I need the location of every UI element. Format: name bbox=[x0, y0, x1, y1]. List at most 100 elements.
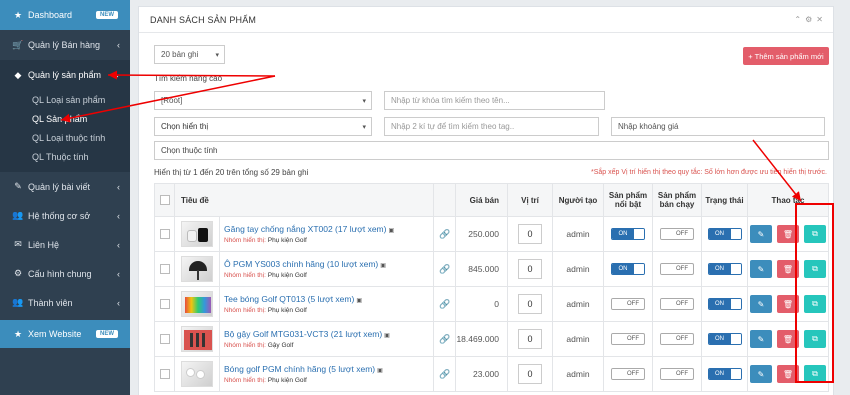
edit-button[interactable]: ✎ bbox=[750, 295, 772, 313]
position-input[interactable]: 0 bbox=[518, 224, 542, 244]
link-icon[interactable]: 🔗 bbox=[439, 299, 450, 309]
panel-header: DANH SÁCH SẢN PHẨM bbox=[139, 7, 833, 33]
edit-button[interactable]: ✎ bbox=[750, 260, 772, 278]
tag-search-input[interactable]: Nhập 2 kí tự để tìm kiếm theo tag.. bbox=[384, 117, 599, 136]
bestseller-cell: OFF bbox=[652, 321, 702, 357]
link-icon[interactable]: 🔗 bbox=[439, 334, 450, 344]
gear-icon[interactable]: ⚙ bbox=[805, 15, 812, 24]
featured-toggle[interactable]: ON bbox=[611, 228, 645, 240]
sidebar-item-view-website[interactable]: ★ Xem Website NEW bbox=[0, 320, 130, 348]
creator-cell: admin bbox=[552, 356, 604, 392]
edit-button[interactable]: ✎ bbox=[750, 225, 772, 243]
sidebar-subitem-attribute[interactable]: QL Thuộc tính bbox=[0, 147, 130, 166]
users-icon: 👥 bbox=[12, 210, 24, 220]
position-input[interactable]: 0 bbox=[518, 364, 542, 384]
product-name-link[interactable]: Găng tay chống nắng XT002 (17 lượt xem) bbox=[224, 224, 386, 234]
product-thumbnail bbox=[181, 361, 213, 387]
row-checkbox[interactable] bbox=[159, 229, 170, 239]
position-input[interactable]: 0 bbox=[518, 329, 542, 349]
attribute-select[interactable]: Chọn thuộc tính bbox=[154, 141, 829, 160]
product-list-panel: DANH SÁCH SẢN PHẨM ⌃ ⚙ ✕ 20 bản ghi ▾ + … bbox=[138, 6, 834, 395]
product-name-link[interactable]: Bóng golf PGM chính hãng (5 lượt xem) bbox=[224, 364, 375, 374]
category-select[interactable]: [Root] ▾ bbox=[154, 91, 372, 110]
sidebar-subitem-attribute-type[interactable]: QL Loại thuộc tính bbox=[0, 128, 130, 147]
collapse-icon[interactable]: ⌃ bbox=[794, 15, 801, 24]
creator-cell: admin bbox=[552, 216, 604, 252]
sidebar-item-sales[interactable]: 🛒 Quản lý Bán hàng ‹ bbox=[0, 30, 130, 60]
row-checkbox[interactable] bbox=[159, 369, 170, 379]
add-product-button[interactable]: + Thêm sản phẩm mới bbox=[743, 47, 829, 65]
sidebar-item-contact[interactable]: ✉ Liên Hệ ‹ bbox=[0, 230, 130, 259]
row-checkbox[interactable] bbox=[159, 264, 170, 274]
featured-cell: OFF bbox=[603, 286, 653, 322]
sidebar-item-members[interactable]: 👥 Thành viên ‹ bbox=[0, 288, 130, 317]
creator-cell: admin bbox=[552, 251, 604, 287]
title-cell: Bóng golf PGM chính hãng (5 lượt xem) ▣ Nh… bbox=[218, 356, 435, 392]
trash-icon: 🗑 bbox=[782, 334, 794, 344]
status-cell: ON bbox=[701, 286, 748, 322]
product-category: Nhóm hiển thị: Phụ kiện Golf bbox=[224, 237, 433, 244]
sidebar-item-dashboard[interactable]: ★ Dashboard NEW bbox=[0, 0, 130, 30]
mail-icon: ✉ bbox=[14, 239, 22, 249]
table-row: Ô PGM YS003 chính hãng (10 lượt xem) ▣ Nhó… bbox=[154, 251, 829, 287]
featured-toggle[interactable]: OFF bbox=[611, 368, 645, 380]
caret-down-icon: ▾ bbox=[362, 123, 366, 131]
sidebar-item-products[interactable]: ◆ Quản lý sản phẩm ⌄ bbox=[0, 60, 130, 90]
bestseller-toggle[interactable]: OFF bbox=[660, 298, 694, 310]
edit-button[interactable]: ✎ bbox=[750, 330, 772, 348]
status-cell: ON bbox=[701, 216, 748, 252]
featured-toggle[interactable]: ON bbox=[611, 263, 645, 275]
position-cell: 0 bbox=[507, 356, 553, 392]
bestseller-toggle[interactable]: OFF bbox=[660, 333, 694, 345]
featured-toggle[interactable]: OFF bbox=[611, 333, 645, 345]
page-size-select[interactable]: 20 bản ghi ▾ bbox=[154, 45, 225, 64]
toggle-label: ON bbox=[708, 299, 731, 309]
position-input[interactable]: 0 bbox=[518, 259, 542, 279]
status-toggle[interactable]: ON bbox=[707, 368, 742, 380]
product-name-link[interactable]: Ô PGM YS003 chính hãng (10 lượt xem) bbox=[224, 259, 378, 269]
sidebar-subitem-product-type[interactable]: QL Loại sản phẩm bbox=[0, 90, 130, 109]
status-toggle[interactable]: ON bbox=[707, 333, 742, 345]
status-toggle[interactable]: ON bbox=[707, 263, 742, 275]
sidebar-item-settings[interactable]: ⚙ Cấu hình chung ‹ bbox=[0, 259, 130, 288]
row-checkbox[interactable] bbox=[159, 334, 170, 344]
status-toggle[interactable]: ON bbox=[707, 228, 742, 240]
star-icon: ★ bbox=[13, 9, 23, 20]
bestseller-toggle[interactable]: OFF bbox=[660, 228, 694, 240]
product-name-link[interactable]: Bộ gậy Golf MTG031-VCT3 (21 lượt xem) bbox=[224, 329, 382, 339]
keyword-search-input[interactable]: Nhập từ khóa tìm kiếm theo tên... bbox=[384, 91, 605, 110]
bestseller-toggle[interactable]: OFF bbox=[660, 263, 694, 275]
toggle-label: OFF bbox=[676, 336, 688, 342]
col-link bbox=[433, 183, 457, 217]
status-cell: ON bbox=[701, 321, 748, 357]
bestseller-toggle[interactable]: OFF bbox=[660, 368, 694, 380]
category-name: Phụ kiện Golf bbox=[267, 272, 307, 279]
featured-toggle[interactable]: OFF bbox=[611, 298, 645, 310]
creator-cell: admin bbox=[552, 321, 604, 357]
display-select[interactable]: Chọn hiển thị ▾ bbox=[154, 117, 372, 136]
category-prefix: Nhóm hiển thị: bbox=[224, 307, 266, 314]
row-checkbox[interactable] bbox=[159, 299, 170, 309]
sidebar-item-posts[interactable]: ✎ Quản lý bài viết ‹ bbox=[0, 172, 130, 201]
thumb-cell bbox=[174, 286, 220, 322]
sidebar-subitem-products[interactable]: QL Sản phẩm bbox=[0, 109, 130, 128]
table-row: Bóng golf PGM chính hãng (5 lượt xem) ▣ Nh… bbox=[154, 356, 829, 392]
link-icon[interactable]: 🔗 bbox=[439, 369, 450, 379]
price-range-input[interactable]: Nhập khoảng giá bbox=[611, 117, 825, 136]
close-icon[interactable]: ✕ bbox=[816, 15, 823, 24]
thumb-cell bbox=[174, 216, 220, 252]
link-icon[interactable]: 🔗 bbox=[439, 229, 450, 239]
featured-cell: ON bbox=[603, 216, 653, 252]
sidebar-item-facilities[interactable]: 👥 Hệ thống cơ sở ‹ bbox=[0, 201, 130, 230]
select-all-checkbox[interactable] bbox=[159, 195, 170, 205]
col-title: Tiêu đề bbox=[173, 183, 435, 217]
bestseller-cell: OFF bbox=[652, 216, 702, 252]
title-cell: Bộ gậy Golf MTG031-VCT3 (21 lượt xem) ▣ Nh… bbox=[218, 321, 435, 357]
page-title: DANH SÁCH SẢN PHẨM bbox=[150, 14, 257, 25]
link-icon[interactable]: 🔗 bbox=[439, 264, 450, 274]
product-name-link[interactable]: Tee bóng Golf QT013 (5 lượt xem) bbox=[224, 294, 354, 304]
edit-button[interactable]: ✎ bbox=[750, 365, 772, 383]
toggle-label: OFF bbox=[676, 266, 688, 272]
status-toggle[interactable]: ON bbox=[707, 298, 742, 310]
position-input[interactable]: 0 bbox=[518, 294, 542, 314]
